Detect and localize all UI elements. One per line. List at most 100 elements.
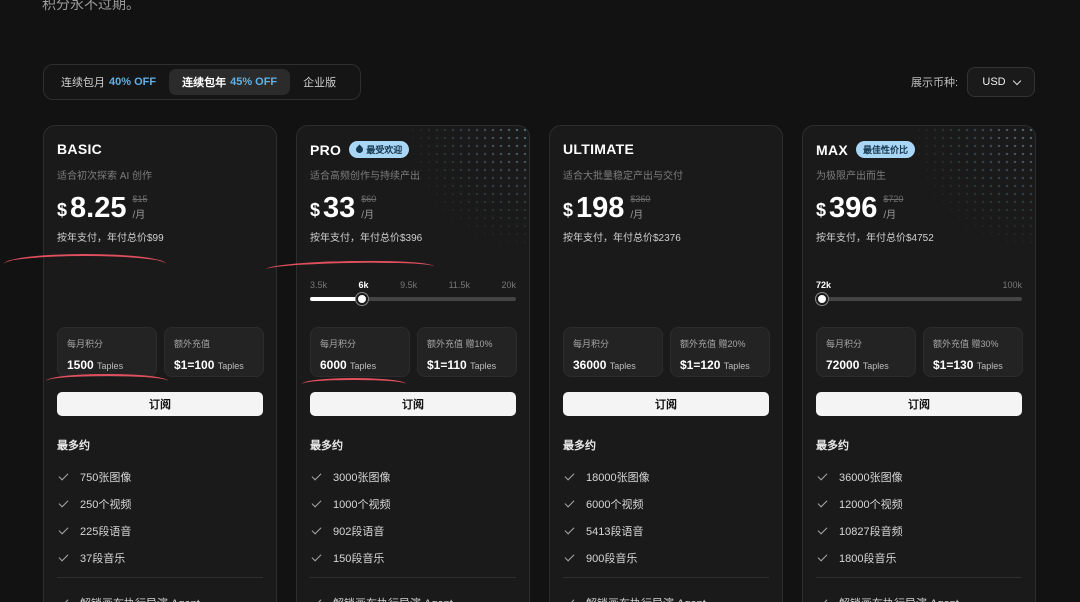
- check-icon: [817, 524, 828, 534]
- credit-slider-ticks: 3.5k 6k 9.5k 11.5k 20k: [310, 280, 516, 290]
- plan-card-ultimate: ULTIMATE 适合大批量稳定产出与交付 $198 $360/月 按年支付，年付总价$…: [549, 125, 783, 602]
- slider-tick[interactable]: 11.5k: [449, 280, 470, 290]
- annual-total: 按年支付，年付总价$396: [310, 233, 423, 244]
- tab-enterprise-label: 企业版: [303, 77, 337, 89]
- topup-box: 额外充值 赠20% $1=120 Taples: [670, 327, 770, 377]
- credits-unit: Taples: [97, 361, 124, 371]
- annotation-stroke: [302, 378, 406, 390]
- subscribe-button[interactable]: 订阅: [57, 392, 263, 416]
- feature-text: 12000个视频: [839, 498, 903, 511]
- tagline: 积分永不过期。: [42, 0, 140, 12]
- tab-enterprise[interactable]: 企业版: [290, 69, 349, 95]
- check-icon: [564, 524, 575, 534]
- feature-item: 1800段音乐: [816, 544, 903, 571]
- slider-fill: [310, 297, 362, 301]
- feature-item: 36000张图像: [816, 463, 903, 490]
- check-icon: [58, 551, 69, 561]
- tab-yearly-label: 连续包年: [182, 77, 227, 89]
- price-row: $33 $60/月: [310, 192, 376, 224]
- annual-total: 按年支付，年付总价$4752: [816, 233, 934, 244]
- topup-label: 额外充值 赠30%: [933, 339, 999, 349]
- slider-tick[interactable]: 20k: [501, 280, 516, 290]
- slider-tick[interactable]: 3.5k: [310, 280, 327, 290]
- credits-unit: Taples: [609, 361, 636, 371]
- monthly-credits-box: 每月积分 36000 Taples: [563, 327, 663, 377]
- topup-box: 额外充值 赠30% $1=130 Taples: [923, 327, 1023, 377]
- annotation-stroke: [46, 374, 168, 388]
- feature-item: 6000个视频: [563, 490, 650, 517]
- original-price: $15: [132, 194, 148, 204]
- monthly-credits-value: 1500 Taples: [67, 358, 147, 372]
- feature-list: 36000张图像 12000个视频 10827段音频 1800段音乐: [816, 463, 903, 571]
- plan-price: 33: [323, 192, 356, 224]
- feature-text: 3000张图像: [333, 471, 391, 484]
- currency-symbol: $: [816, 200, 827, 220]
- slider-thumb[interactable]: [816, 293, 828, 305]
- extra-feature-text: 解锁画布执行导演 Agent: [586, 595, 706, 602]
- currency-select[interactable]: USD: [967, 67, 1035, 97]
- currency-label: 展示币种:: [911, 77, 959, 89]
- divider: [57, 577, 263, 578]
- price-row: $396 $720/月: [816, 192, 903, 224]
- feature-item: 3000张图像: [310, 463, 390, 490]
- features-heading: 最多约: [310, 440, 343, 452]
- check-icon: [58, 596, 69, 602]
- credit-slider[interactable]: [310, 293, 516, 305]
- extra-feature: 解锁画布执行导演 Agent: [816, 595, 959, 602]
- plan-name: ULTIMATE: [563, 141, 635, 157]
- credit-slider[interactable]: [816, 293, 1022, 305]
- topup-rate: $1=100: [174, 358, 215, 372]
- credits-unit: Taples: [350, 361, 377, 371]
- topup-rate: $1=110: [427, 358, 467, 372]
- feature-item: 902段语音: [310, 517, 390, 544]
- topup-unit: Taples: [723, 361, 750, 371]
- credits-amount: 36000: [573, 358, 607, 372]
- feature-text: 36000张图像: [839, 471, 903, 484]
- slider-thumb[interactable]: [355, 293, 368, 305]
- price-side: $60/月: [361, 194, 376, 221]
- monthly-credits-value: 6000 Taples: [320, 358, 400, 372]
- features-heading: 最多约: [57, 440, 90, 452]
- feature-item: 225段语音: [57, 517, 131, 544]
- feature-item: 900段音乐: [563, 544, 650, 571]
- tab-monthly[interactable]: 连续包月 40% OFF: [48, 69, 169, 95]
- check-icon: [564, 497, 575, 507]
- slider-tick[interactable]: 6k: [359, 280, 369, 290]
- divider: [310, 577, 516, 578]
- monthly-credits-label: 每月积分: [573, 339, 610, 349]
- slider-tick[interactable]: 9.5k: [400, 280, 417, 290]
- credit-slider-labels: 72k 100k: [816, 280, 1022, 290]
- check-icon: [564, 551, 575, 561]
- monthly-credits-label: 每月积分: [320, 339, 357, 349]
- plan-badge-label: 最受欢迎: [366, 145, 403, 155]
- plan-description: 适合初次探索 AI 创作: [57, 171, 153, 182]
- feature-item: 750张图像: [57, 463, 131, 490]
- feature-text: 750张图像: [80, 471, 132, 484]
- credits-unit: Taples: [862, 361, 889, 371]
- divider: [563, 577, 769, 578]
- subscribe-button[interactable]: 订阅: [310, 392, 516, 416]
- subscribe-button[interactable]: 订阅: [816, 392, 1022, 416]
- topup-unit: Taples: [470, 361, 497, 371]
- check-icon: [58, 524, 69, 534]
- currency-symbol: $: [310, 200, 321, 220]
- topup-value: $1=100 Taples: [174, 358, 254, 372]
- feature-text: 150段音乐: [333, 552, 385, 565]
- per-month-label: /月: [883, 210, 897, 221]
- price-row: $198 $360/月: [563, 192, 650, 224]
- tab-monthly-discount: 40% OFF: [109, 76, 157, 88]
- monthly-credits-box: 每月积分 6000 Taples: [310, 327, 410, 377]
- features-heading: 最多约: [816, 440, 849, 452]
- topup-label: 额外充值 赠10%: [427, 339, 493, 349]
- feature-item: 37段音乐: [57, 544, 131, 571]
- topup-value: $1=120 Taples: [680, 358, 760, 372]
- monthly-credits-label: 每月积分: [67, 339, 104, 349]
- billing-period-tabs: 连续包月 40% OFF 连续包年 45% OFF 企业版: [43, 64, 361, 100]
- per-month-label: /月: [630, 210, 644, 221]
- feature-text: 37段音乐: [80, 552, 126, 565]
- plan-description: 适合大批量稳定产出与交付: [563, 171, 683, 182]
- monthly-credits-box: 每月积分 1500 Taples: [57, 327, 157, 377]
- subscribe-button[interactable]: 订阅: [563, 392, 769, 416]
- plan-header: PRO 最受欢迎: [310, 141, 410, 158]
- tab-yearly[interactable]: 连续包年 45% OFF: [169, 69, 291, 95]
